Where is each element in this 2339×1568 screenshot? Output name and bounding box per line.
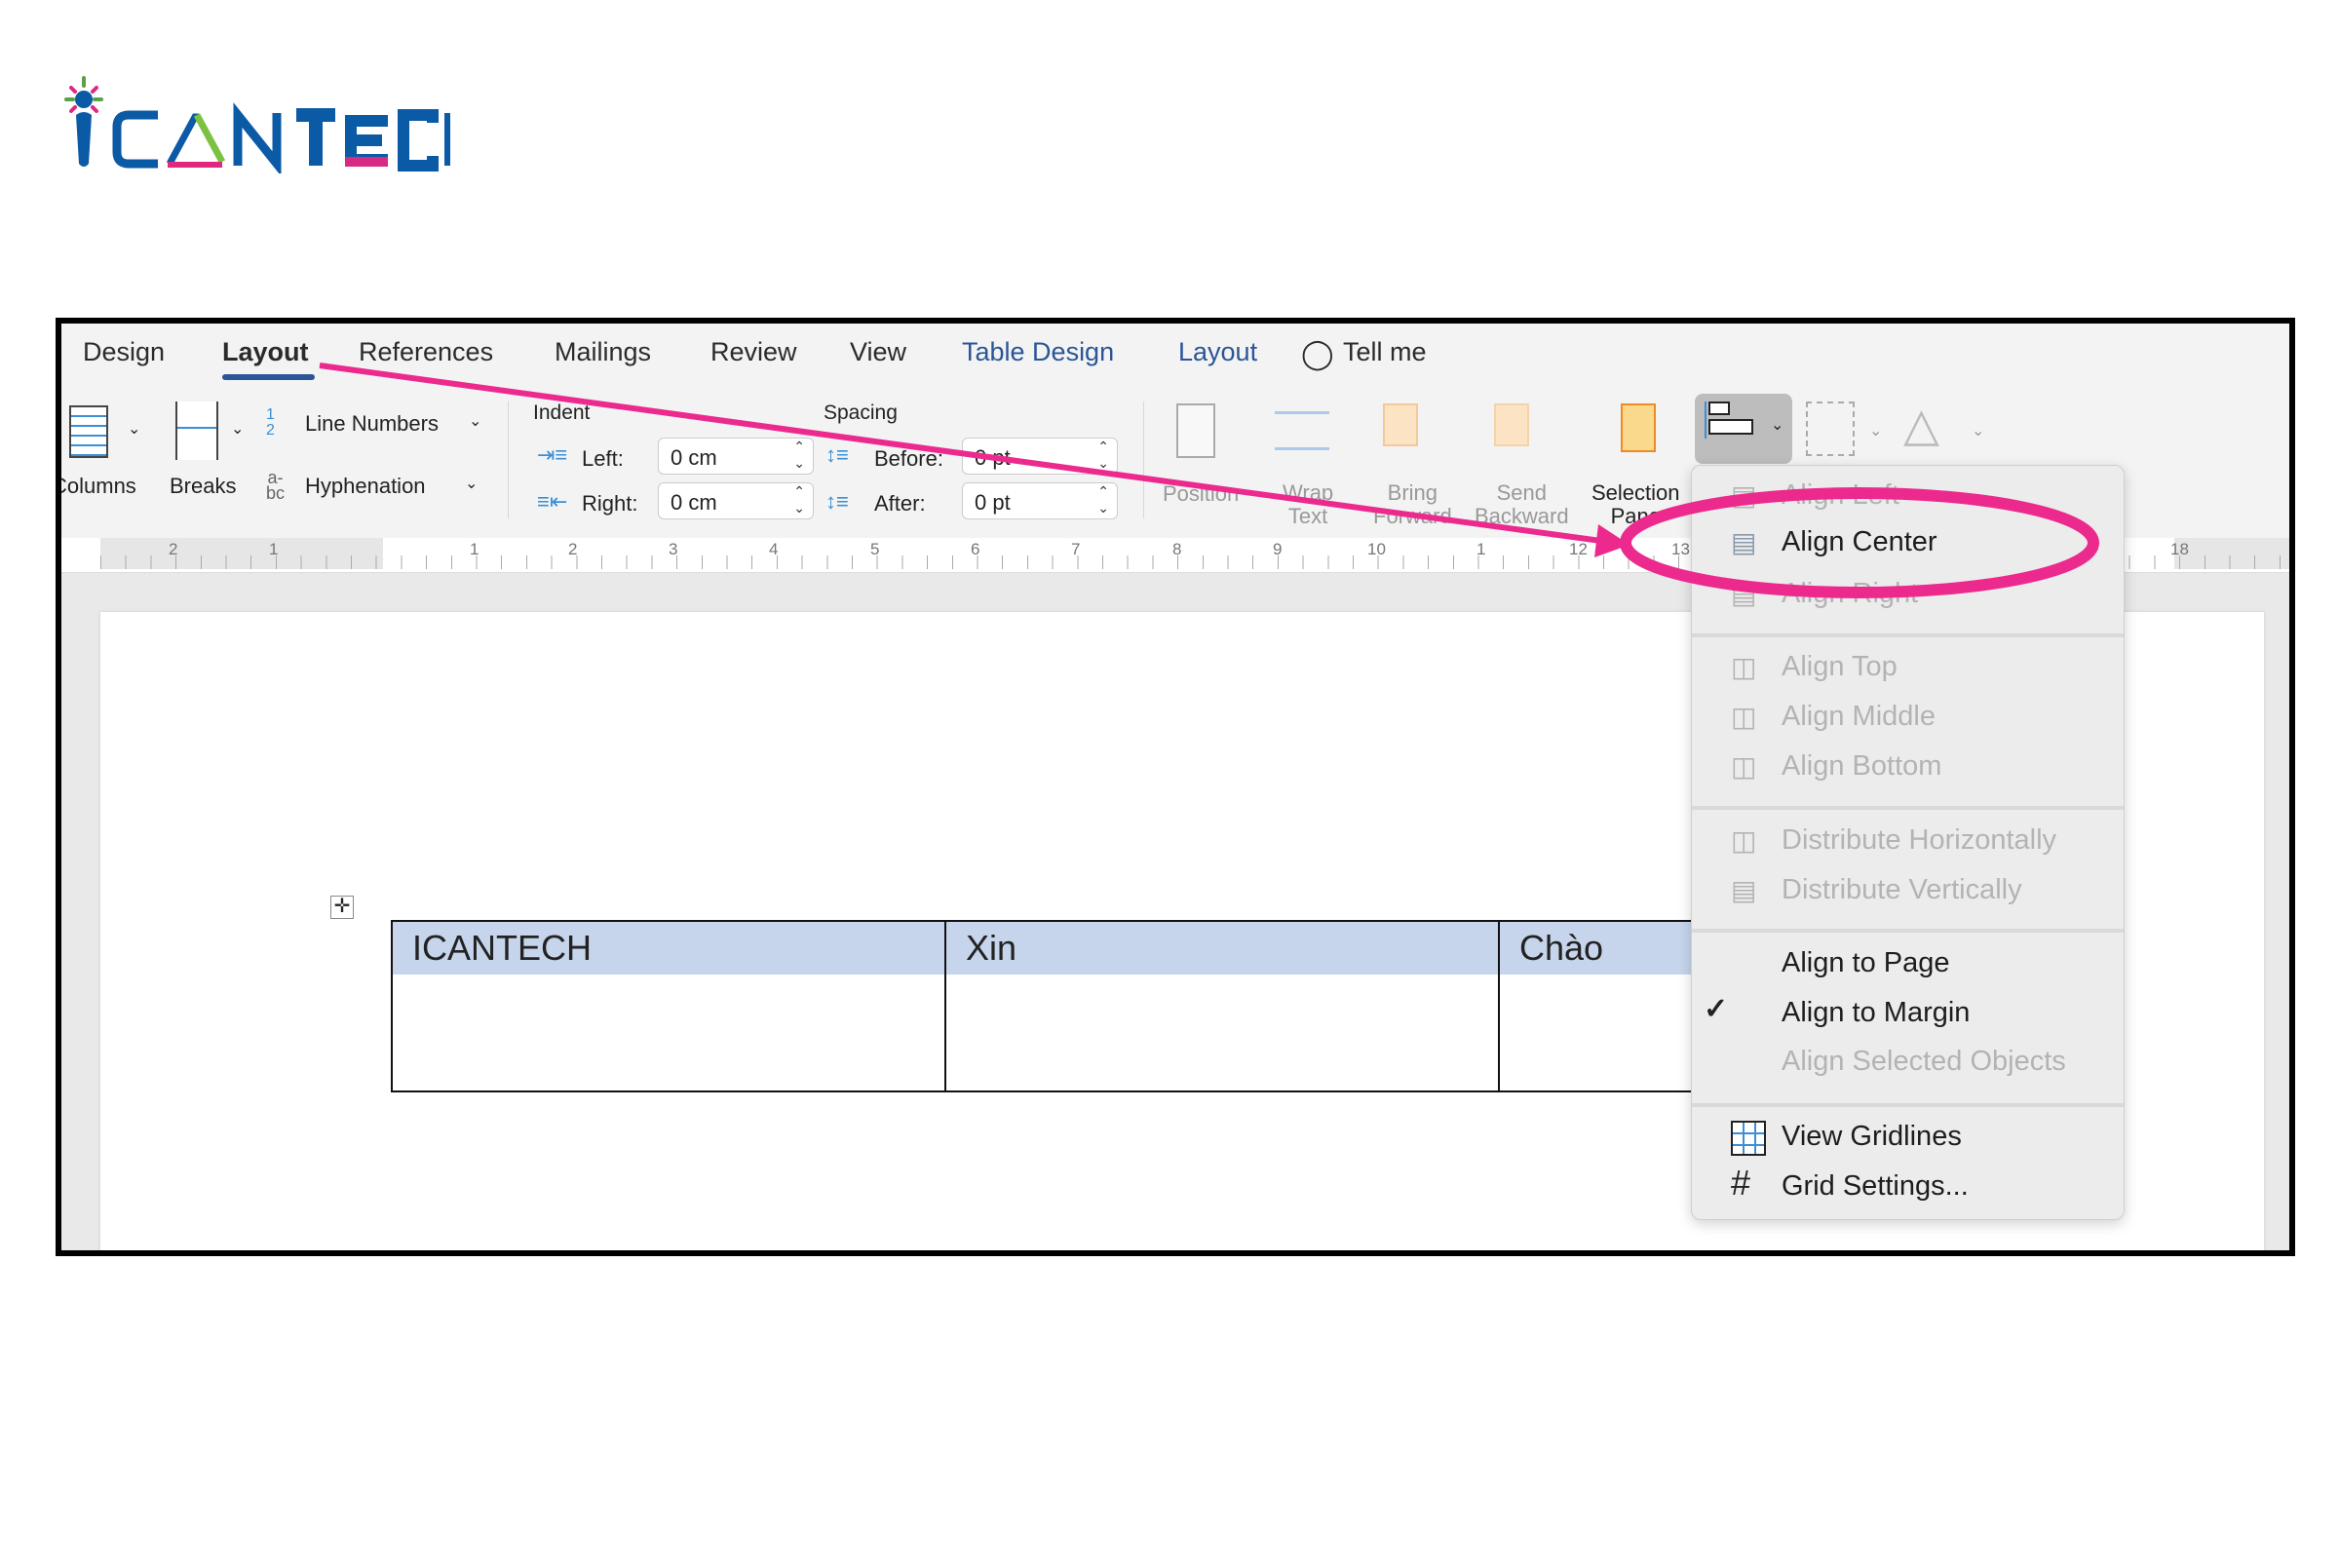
annotation-overlay: [319, 363, 2099, 598]
annotation-ellipse: [1620, 487, 2099, 598]
annotation-arrow-line: [319, 363, 1609, 545]
